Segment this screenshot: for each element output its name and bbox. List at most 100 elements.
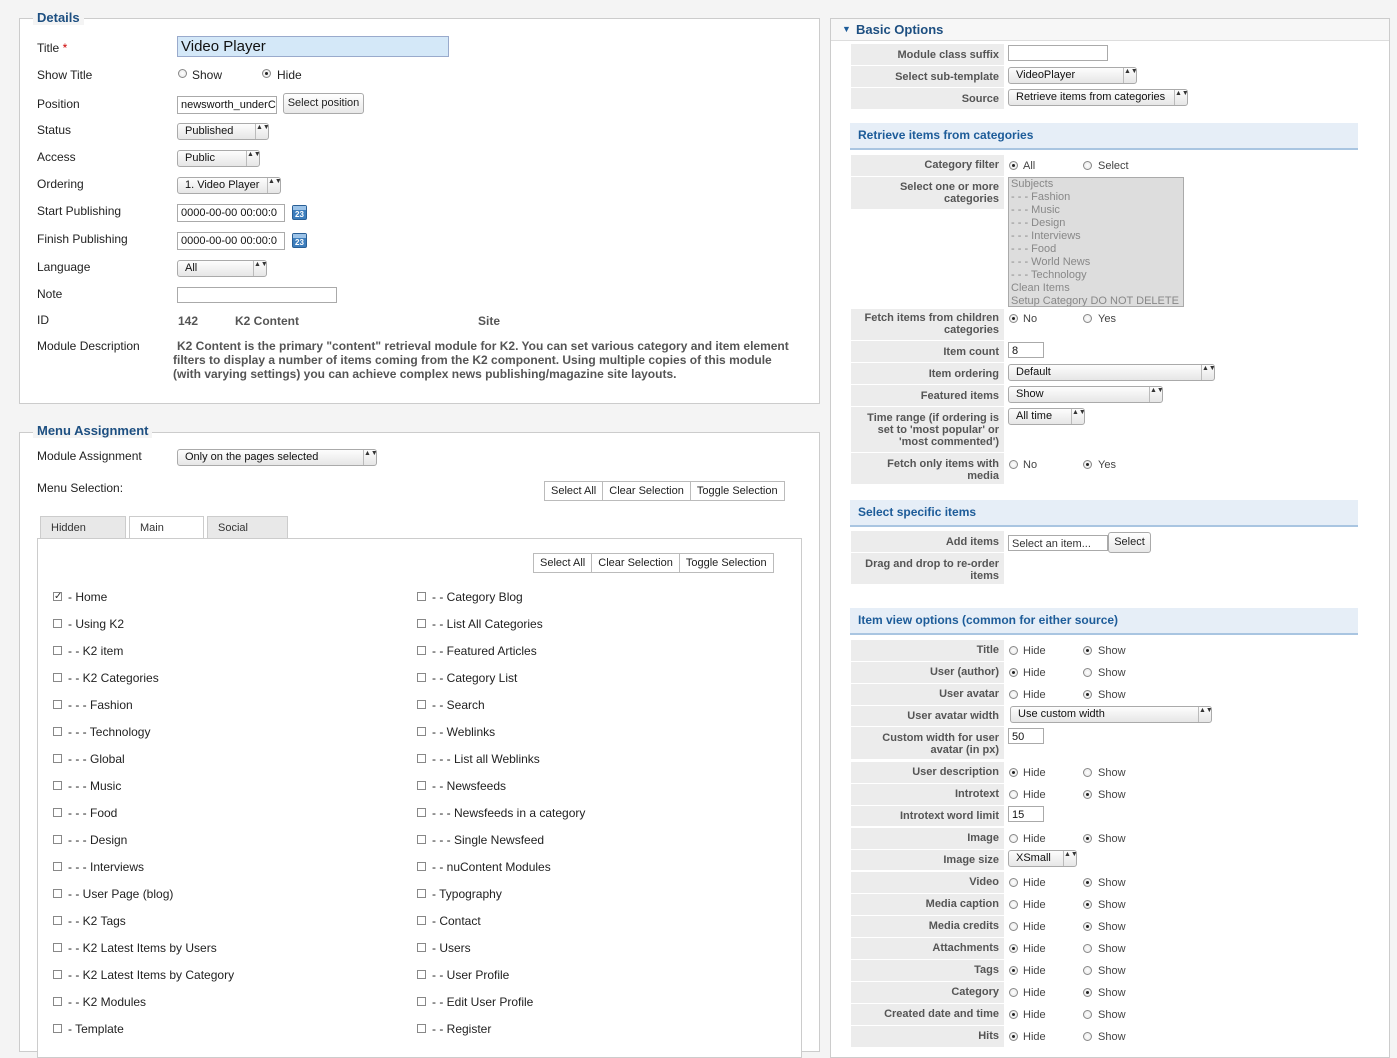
finish-publishing-input[interactable]: 0000-00-00 00:00:0: [177, 232, 285, 250]
category-option[interactable]: - - - Design: [1009, 217, 1183, 230]
menu-item-checkbox[interactable]: [53, 700, 62, 709]
hide-radio[interactable]: [1009, 1032, 1018, 1041]
source-select[interactable]: Retrieve items from categories ▲▼: [1008, 89, 1188, 106]
show-radio[interactable]: [1083, 1010, 1092, 1019]
start-publishing-input[interactable]: 0000-00-00 00:00:0: [177, 204, 285, 222]
menu-item-checkbox[interactable]: [53, 646, 62, 655]
hide-radio[interactable]: [1009, 878, 1018, 887]
sub-template-select[interactable]: VideoPlayer ▲▼: [1008, 67, 1137, 84]
category-option[interactable]: - - - Food: [1009, 243, 1183, 256]
menu-item-checkbox[interactable]: [417, 592, 426, 601]
show-radio[interactable]: [1083, 922, 1092, 931]
menu-item-checkbox[interactable]: [53, 808, 62, 817]
category-option[interactable]: - - - Music: [1009, 204, 1183, 217]
menu-item-checkbox[interactable]: [417, 943, 426, 952]
menu-item-checkbox[interactable]: [53, 916, 62, 925]
category-option[interactable]: Subjects: [1009, 178, 1183, 191]
position-input[interactable]: newsworth_underCo: [177, 96, 277, 114]
menu-item-checkbox[interactable]: [417, 619, 426, 628]
menu-item-checkbox[interactable]: [53, 619, 62, 628]
menu-item-checkbox[interactable]: [417, 754, 426, 763]
menu-item-checkbox[interactable]: [53, 997, 62, 1006]
item-count-input[interactable]: 8: [1008, 342, 1044, 358]
fetch-children-no-radio[interactable]: [1009, 314, 1018, 323]
select-all-button[interactable]: Select All: [544, 481, 604, 501]
introtext-limit-input[interactable]: 15: [1008, 806, 1044, 822]
show-radio[interactable]: [1083, 790, 1092, 799]
fetch-children-yes-radio[interactable]: [1083, 314, 1092, 323]
category-option[interactable]: - - - World News: [1009, 256, 1183, 269]
fetch-media-yes-radio[interactable]: [1083, 460, 1092, 469]
show-radio[interactable]: [1083, 966, 1092, 975]
menu-item-checkbox[interactable]: [417, 700, 426, 709]
menu-item-checkbox[interactable]: [417, 646, 426, 655]
menu-item-checkbox[interactable]: [53, 970, 62, 979]
note-input[interactable]: [177, 287, 337, 303]
hide-radio[interactable]: [1009, 966, 1018, 975]
access-select[interactable]: Public ▲▼: [177, 150, 260, 167]
show-title-show-radio[interactable]: [178, 69, 187, 78]
menu-item-checkbox[interactable]: [417, 673, 426, 682]
status-select[interactable]: Published ▲▼: [177, 123, 269, 140]
hide-radio[interactable]: [1009, 922, 1018, 931]
tab-main-menu[interactable]: Main Menu: [129, 516, 204, 556]
start-calendar-icon[interactable]: 23: [292, 205, 307, 220]
hide-radio[interactable]: [1009, 668, 1018, 677]
menu-item-checkbox[interactable]: [417, 781, 426, 790]
menu-item-checkbox[interactable]: [53, 835, 62, 844]
time-range-select[interactable]: All time ▲▼: [1008, 408, 1085, 425]
show-radio[interactable]: [1083, 878, 1092, 887]
hide-radio[interactable]: [1009, 768, 1018, 777]
custom-width-input[interactable]: 50: [1008, 728, 1044, 744]
show-radio[interactable]: [1083, 900, 1092, 909]
menu-item-checkbox[interactable]: [53, 673, 62, 682]
show-radio[interactable]: [1083, 690, 1092, 699]
menu-item-checkbox[interactable]: [417, 727, 426, 736]
category-filter-all-radio[interactable]: [1009, 161, 1018, 170]
show-radio[interactable]: [1083, 988, 1092, 997]
add-items-input[interactable]: Select an item...: [1008, 535, 1108, 551]
menu-item-checkbox[interactable]: [53, 889, 62, 898]
show-radio[interactable]: [1083, 834, 1092, 843]
menu-item-checkbox[interactable]: [53, 862, 62, 871]
menu-item-checkbox[interactable]: [53, 781, 62, 790]
tab-hidden-menu[interactable]: Hidden Menu: [40, 516, 126, 556]
hide-radio[interactable]: [1009, 1010, 1018, 1019]
category-filter-select-radio[interactable]: [1083, 161, 1092, 170]
menu-item-checkbox[interactable]: [417, 916, 426, 925]
menu-item-checkbox[interactable]: [53, 727, 62, 736]
show-radio[interactable]: [1083, 668, 1092, 677]
category-option[interactable]: Setup Category DO NOT DELETE: [1009, 295, 1183, 306]
module-assignment-select[interactable]: Only on the pages selected ▲▼: [177, 449, 377, 466]
menu-item-checkbox[interactable]: [53, 754, 62, 763]
title-input[interactable]: Video Player: [177, 36, 449, 57]
finish-calendar-icon[interactable]: 23: [292, 233, 307, 248]
hide-radio[interactable]: [1009, 690, 1018, 699]
hide-radio[interactable]: [1009, 834, 1018, 843]
categories-listbox[interactable]: Subjects - - - Fashion - - - Music - - - De…: [1008, 177, 1184, 307]
module-class-suffix-input[interactable]: [1008, 45, 1108, 61]
menu-item-checkbox[interactable]: [417, 835, 426, 844]
fetch-media-no-radio[interactable]: [1009, 460, 1018, 469]
panel-toggle-selection-button[interactable]: Toggle Selection: [678, 553, 774, 573]
toggle-selection-button[interactable]: Toggle Selection: [689, 481, 785, 501]
menu-item-checkbox[interactable]: [53, 943, 62, 952]
user-avatar-width-select[interactable]: Use custom width ▲▼: [1010, 706, 1212, 723]
panel-clear-selection-button[interactable]: Clear Selection: [591, 553, 680, 573]
hide-radio[interactable]: [1009, 944, 1018, 953]
hide-radio[interactable]: [1009, 790, 1018, 799]
show-radio[interactable]: [1083, 1032, 1092, 1041]
hide-radio[interactable]: [1009, 900, 1018, 909]
panel-select-all-button[interactable]: Select All: [533, 553, 593, 573]
image-size-select[interactable]: XSmall ▲▼: [1008, 850, 1077, 867]
hide-radio[interactable]: [1009, 988, 1018, 997]
item-ordering-select[interactable]: Default ▲▼: [1008, 364, 1215, 381]
show-radio[interactable]: [1083, 646, 1092, 655]
menu-item-checkbox[interactable]: [417, 889, 426, 898]
menu-item-checkbox[interactable]: [417, 1024, 426, 1033]
menu-item-checkbox[interactable]: [53, 1024, 62, 1033]
show-radio[interactable]: [1083, 768, 1092, 777]
menu-item-checkbox[interactable]: [417, 997, 426, 1006]
menu-item-checkbox[interactable]: ✓: [53, 592, 62, 602]
show-title-hide-radio[interactable]: [262, 69, 271, 78]
